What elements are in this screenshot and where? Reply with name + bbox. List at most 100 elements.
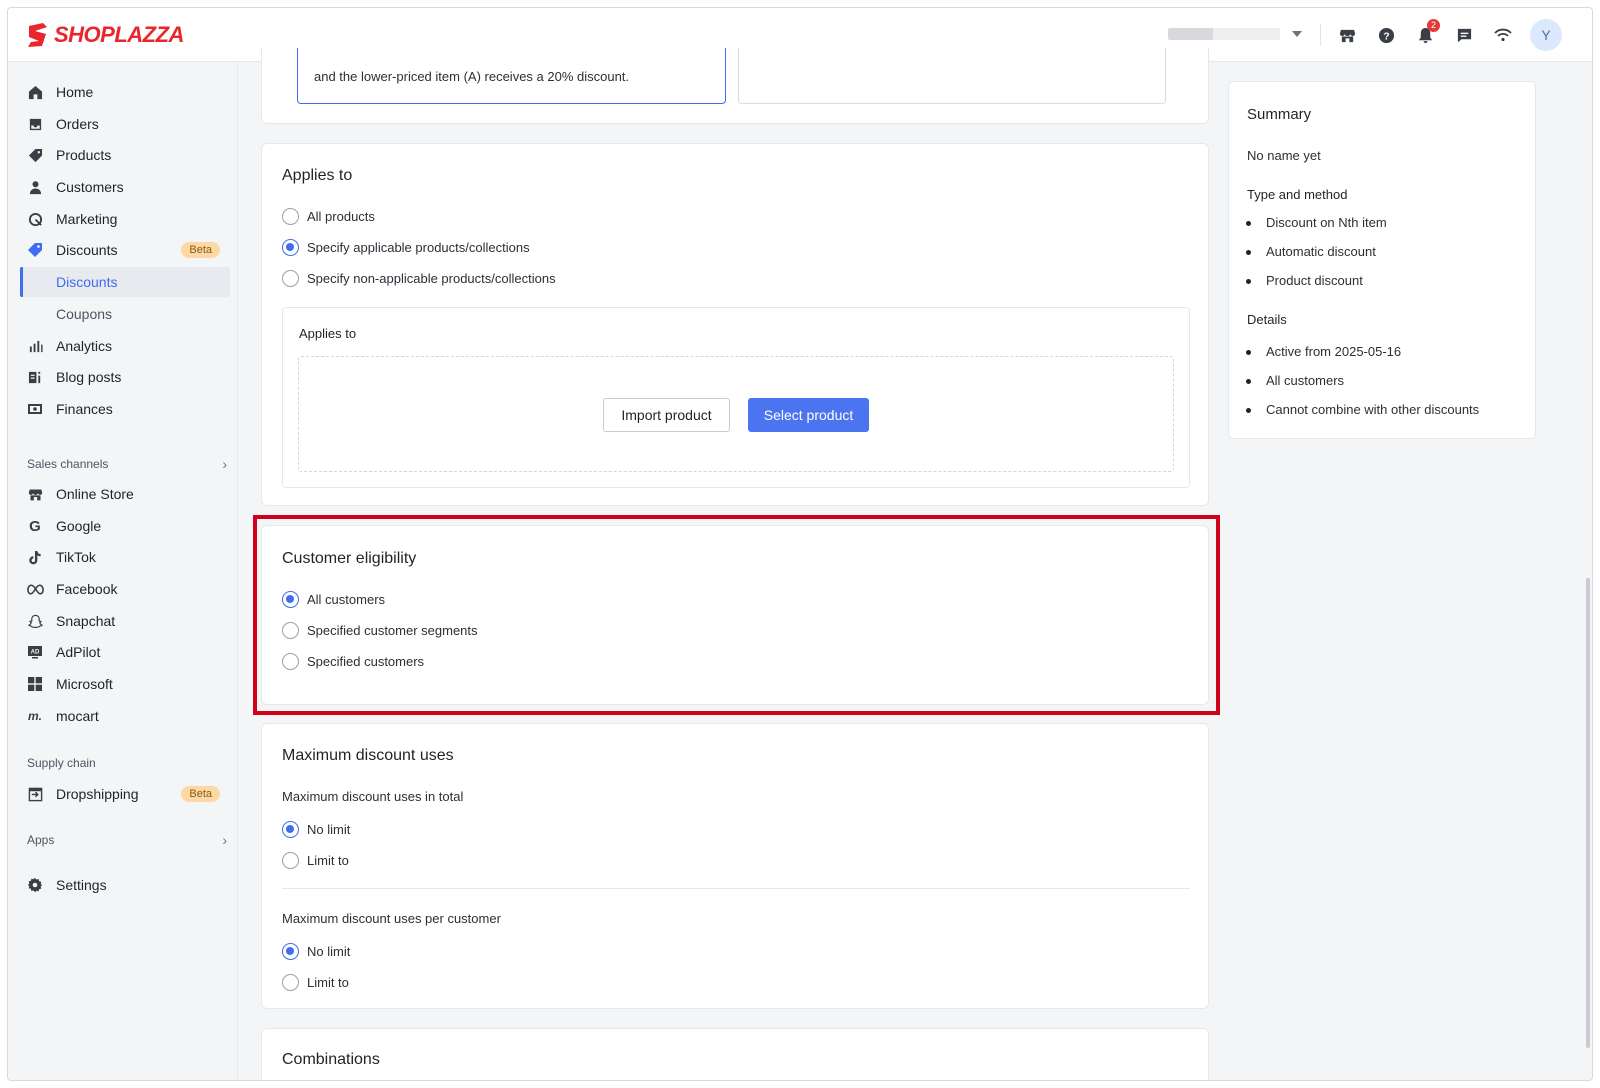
customer-eligibility-card: Customer eligibility All customers Speci… (261, 525, 1209, 705)
radio-per-customer-no-limit[interactable]: No limit (282, 941, 350, 961)
sidebar-item-google[interactable]: G Google (20, 511, 230, 541)
summary-list-item: Cannot combine with other discounts (1245, 402, 1479, 417)
sidebar-item-products[interactable]: Products (20, 140, 230, 170)
sidebar-item-label: Facebook (56, 581, 118, 597)
radio-button[interactable] (282, 621, 299, 639)
sidebar-item-label: Marketing (56, 211, 118, 227)
sidebar-item-label: Analytics (56, 338, 113, 354)
gear-icon (26, 876, 44, 894)
radio-label: Limit to (307, 974, 349, 990)
combinations-title: Combinations (282, 1051, 380, 1068)
shoplazza-logo[interactable]: SHOPLAZZA (26, 22, 184, 48)
sidebar-item-label: Settings (56, 877, 107, 893)
radio-total-no-limit[interactable]: No limit (282, 819, 350, 839)
sidebar-item-label: Orders (56, 116, 99, 132)
chevron-down-icon (1292, 31, 1302, 37)
sidebar-item-label: Discounts (56, 242, 118, 258)
sidebar-item-settings[interactable]: Settings (20, 870, 230, 900)
radio-button[interactable] (282, 652, 299, 670)
message-icon[interactable] (1453, 24, 1475, 46)
sidebar: Home Orders Products Customers Marketing… (8, 62, 238, 1080)
adpilot-icon: AD (26, 643, 44, 661)
radio-all-products[interactable]: All products (282, 206, 375, 226)
sidebar-item-tiktok[interactable]: TikTok (20, 542, 230, 572)
type-method-title: Type and method (1247, 187, 1348, 202)
radio-button[interactable] (282, 590, 299, 608)
max-discount-uses-title: Maximum discount uses (282, 747, 454, 764)
sidebar-item-mocart[interactable]: m. mocart (20, 701, 230, 731)
beta-badge: Beta (181, 242, 220, 258)
radio-label: No limit (307, 821, 351, 837)
radio-specified-customers[interactable]: Specified customers (282, 651, 424, 671)
summary-list-item: Product discount (1246, 273, 1363, 288)
help-icon[interactable]: ? (1375, 24, 1397, 46)
radio-all-customers[interactable]: All customers (282, 589, 385, 609)
sidebar-item-microsoft[interactable]: Microsoft (20, 669, 230, 699)
microsoft-icon (26, 675, 44, 693)
discount-icon (26, 241, 44, 259)
notification-bell-icon[interactable]: 2 (1414, 19, 1440, 46)
radio-label: Specified customers (307, 653, 425, 669)
sidebar-item-adpilot[interactable]: AD AdPilot (20, 637, 230, 667)
finances-icon (26, 400, 44, 418)
import-product-button[interactable]: Import product (603, 398, 730, 432)
sidebar-item-orders[interactable]: Orders (20, 109, 230, 139)
avatar[interactable]: Y (1530, 19, 1562, 51)
sidebar-item-analytics[interactable]: Analytics (20, 331, 230, 361)
product-drop-zone[interactable]: Import product Select product (298, 356, 1174, 472)
wifi-icon[interactable] (1492, 24, 1514, 46)
sidebar-item-blog-posts[interactable]: Blog posts (20, 362, 230, 392)
radio-non-applicable-products[interactable]: Specify non-applicable products/collecti… (282, 268, 556, 288)
radio-applicable-products[interactable]: Specify applicable products/collections (282, 237, 530, 257)
sidebar-item-discounts[interactable]: Discounts Beta (20, 235, 230, 265)
marketing-icon (26, 210, 44, 228)
radio-button[interactable] (282, 973, 299, 991)
radio-label: All customers (307, 591, 386, 607)
logo-mark-icon (28, 23, 47, 47)
sidebar-item-online-store[interactable]: Online Store (20, 479, 230, 509)
apps-header[interactable]: Apps › (27, 832, 227, 848)
sidebar-subitem-discounts[interactable]: Discounts (20, 267, 230, 297)
select-product-button[interactable]: Select product (748, 398, 869, 432)
sidebar-item-marketing[interactable]: Marketing (20, 204, 230, 234)
divider (1320, 24, 1321, 46)
summary-item-text: Discount on Nth item (1266, 215, 1387, 230)
tiktok-icon (26, 548, 44, 566)
sidebar-item-finances[interactable]: Finances (20, 394, 230, 424)
scrollbar[interactable] (1586, 578, 1590, 1048)
blog-icon (26, 368, 44, 386)
method-option[interactable] (738, 48, 1166, 104)
radio-button[interactable] (282, 942, 299, 960)
radio-button[interactable] (282, 269, 299, 287)
tag-icon (26, 146, 44, 164)
radio-label: Specified customer segments (307, 622, 478, 638)
sidebar-item-label: AdPilot (56, 644, 101, 660)
storefront-icon[interactable] (1336, 24, 1358, 46)
radio-button[interactable] (282, 820, 299, 838)
radio-total-limit-to[interactable]: Limit to (282, 850, 349, 870)
radio-button[interactable] (282, 851, 299, 869)
sidebar-item-dropshipping[interactable]: Dropshipping Beta (20, 779, 230, 809)
sales-channels-title: Sales channels (27, 457, 109, 471)
sidebar-item-customers[interactable]: Customers (20, 172, 230, 202)
method-option-selected[interactable]: and the lower-priced item (A) receives a… (297, 48, 726, 104)
details-title: Details (1247, 312, 1287, 327)
sidebar-item-label: Customers (56, 179, 124, 195)
sidebar-subitem-coupons[interactable]: Coupons (20, 299, 230, 329)
sidebar-item-snapchat[interactable]: Snapchat (20, 606, 230, 636)
store-name-redacted (1168, 28, 1280, 40)
summary-item-text: All customers (1266, 373, 1345, 388)
app-window: SHOPLAZZA ? 2 Y Home Orders Products Cus… (7, 7, 1593, 1081)
radio-customer-segments[interactable]: Specified customer segments (282, 620, 478, 640)
radio-button[interactable] (282, 207, 299, 225)
radio-per-customer-limit-to[interactable]: Limit to (282, 972, 349, 992)
store-selector[interactable] (1168, 25, 1308, 43)
method-option-description: and the lower-priced item (A) receives a… (314, 69, 630, 84)
google-icon: G (29, 517, 41, 535)
sales-channels-header[interactable]: Sales channels › (27, 456, 227, 472)
sidebar-item-home[interactable]: Home (20, 77, 230, 107)
radio-button[interactable] (282, 238, 299, 256)
person-icon (26, 178, 44, 196)
summary-list-item: Active from 2025-05-16 (1245, 344, 1401, 359)
sidebar-item-facebook[interactable]: Facebook (20, 574, 230, 604)
